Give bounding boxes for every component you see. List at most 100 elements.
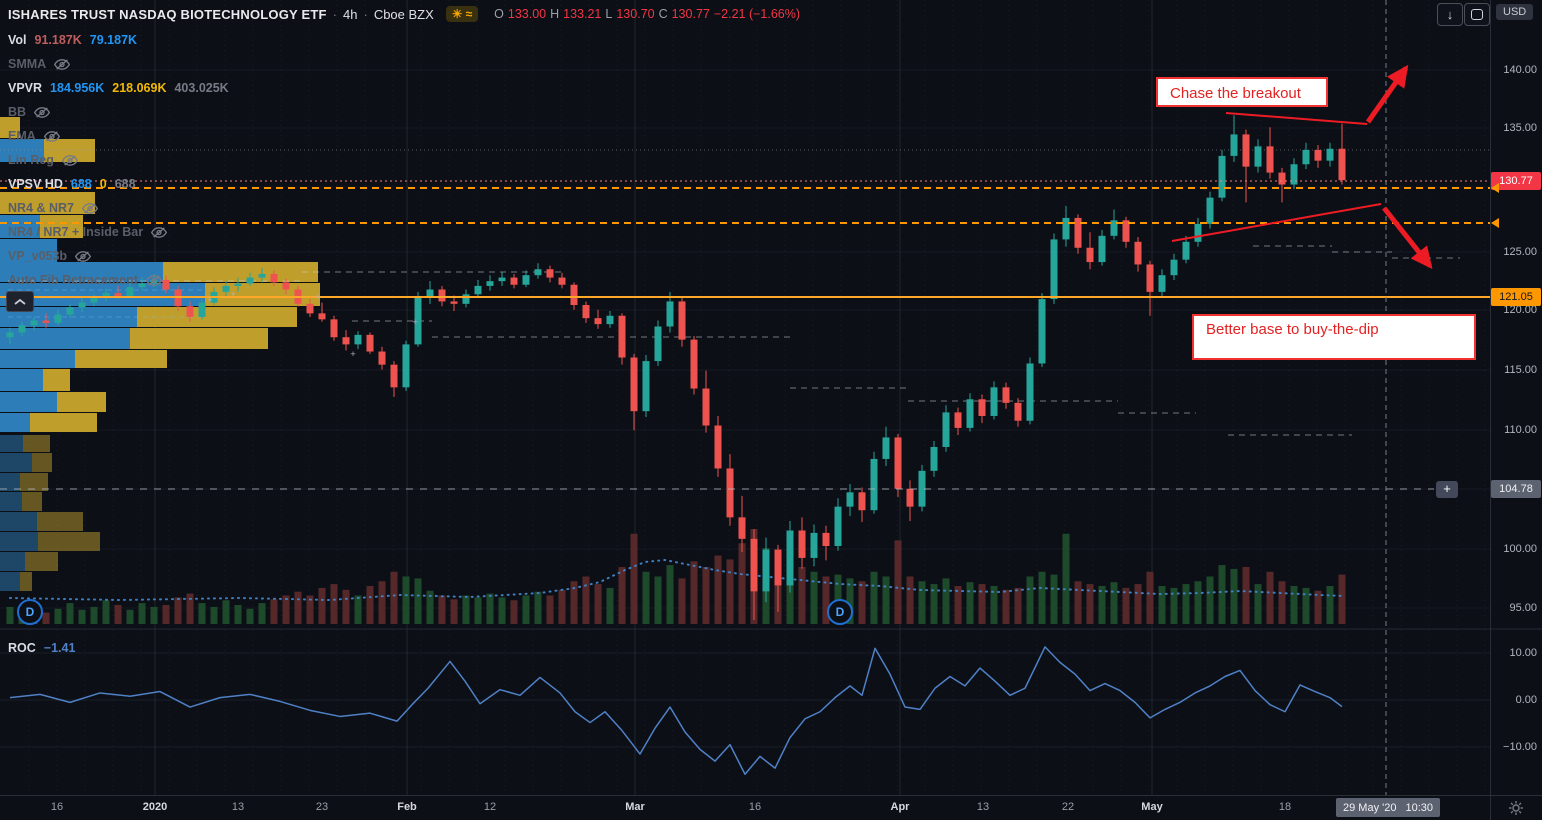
legend-row-vp-v053b[interactable]: VP_v053b	[8, 244, 92, 268]
legend-row-vol[interactable]: Vol 91.187K 79.187K	[8, 28, 137, 52]
eye-off-icon[interactable]	[82, 202, 98, 215]
legend-value: 403.025K	[174, 81, 229, 95]
legend-label: Vol	[8, 33, 27, 47]
maximize-icon	[1471, 9, 1483, 20]
time-axis[interactable]: 16 2020 13 23 Feb 12 Mar 16 Apr 13 22 May 18	[0, 795, 1542, 820]
legend-label: Auto Fib Retracement	[8, 273, 138, 287]
svg-text:+: +	[315, 292, 320, 302]
low-label: L	[605, 7, 613, 21]
legend-label: VPVR	[8, 81, 43, 95]
time-tick: 13	[976, 801, 990, 813]
high-value: 133.21	[563, 7, 602, 21]
eye-off-icon[interactable]	[43, 130, 60, 143]
roc-tick: −10.00	[1503, 741, 1537, 753]
collapse-legend-button[interactable]	[6, 291, 34, 312]
price-tick: 115.00	[1504, 364, 1537, 376]
symbol-title[interactable]: ISHARES TRUST NASDAQ BIOTECHNOLOGY ETF	[8, 7, 327, 22]
legend-row-vpvr[interactable]: VPVR 184.956K 218.069K 403.025K	[8, 76, 229, 100]
price-tick: 110.00	[1504, 424, 1537, 436]
svg-text:+: +	[230, 289, 235, 299]
maximize-chart-button[interactable]	[1464, 3, 1490, 26]
time-tick: 23	[315, 801, 329, 813]
legend-row-smma[interactable]: SMMA	[8, 52, 71, 76]
orange-level-marker-icon	[1491, 218, 1499, 228]
legend-row-linreg[interactable]: Lin Reg	[8, 148, 78, 172]
market-status-chip: ☀ ≈	[445, 6, 479, 22]
legend-value: 91.187K	[34, 33, 82, 47]
approx-icon: ≈	[465, 7, 473, 21]
chart-canvas[interactable]: D D + + + + +	[0, 0, 1542, 820]
legend-row-bb[interactable]: BB	[8, 100, 51, 124]
low-value: 130.70	[616, 7, 655, 21]
svg-text:+: +	[207, 295, 212, 305]
legend-value: 184.956K	[50, 81, 105, 95]
axis-settings-gear-icon[interactable]	[1508, 800, 1524, 816]
time-tick: 22	[1061, 801, 1075, 813]
svg-text:D: D	[836, 605, 845, 619]
sun-icon: ☀	[451, 7, 463, 21]
eye-off-icon[interactable]	[54, 58, 71, 71]
legend-value: 688	[114, 177, 136, 191]
time-tick: 16	[50, 801, 64, 813]
time-tick: 2020	[142, 801, 168, 813]
legend-label: ROC	[8, 641, 36, 655]
svg-text:D: D	[26, 605, 35, 619]
annotation-buy-the-dip[interactable]: Better base to buy-the-dip	[1192, 314, 1476, 360]
separator-dot: ·	[363, 6, 368, 22]
roc-tick: 10.00	[1509, 647, 1537, 659]
legend-label: NR4 / NR7 + Inside Bar	[8, 225, 144, 239]
chevron-up-icon	[14, 298, 26, 305]
crosshair-price-label: 104.78	[1491, 480, 1541, 498]
scroll-to-recent-button[interactable]: ↓	[1437, 3, 1463, 26]
price-tick: 95.00	[1509, 602, 1537, 614]
ohlc-readout: O 133.00 H 133.21 L 130.70 C 130.77 −2.2…	[494, 7, 800, 21]
separator-dot: ·	[332, 6, 337, 22]
price-tick: 125.00	[1503, 246, 1537, 258]
annotation-chase-breakout[interactable]: Chase the breakout	[1156, 77, 1328, 107]
eye-off-icon[interactable]	[75, 250, 92, 263]
legend-row-vpsv-hd[interactable]: VPSV HD 688 0 688	[8, 172, 136, 196]
time-tick: Mar	[625, 801, 645, 813]
legend-row-ema[interactable]: EMA	[8, 124, 60, 148]
eye-off-icon[interactable]	[145, 274, 162, 287]
legend-value: −1.41	[43, 641, 76, 655]
legend-value: 79.187K	[89, 33, 138, 47]
legend-label: Lin Reg	[8, 153, 54, 167]
price-tick: 100.00	[1503, 543, 1537, 555]
legend-row-roc[interactable]: ROC −1.41	[8, 636, 75, 660]
legend-value: 688	[70, 177, 92, 191]
open-value: 133.00	[507, 7, 547, 21]
roc-tick: 0.00	[1515, 694, 1537, 706]
legend-row-nr4-nr7-inside-bar[interactable]: NR4 / NR7 + Inside Bar	[8, 220, 168, 244]
legend-value: 0	[99, 177, 107, 191]
legend-row-nr4-nr7[interactable]: NR4 & NR7	[8, 196, 98, 220]
time-tick: 12	[483, 801, 497, 813]
price-tick: 140.00	[1503, 64, 1537, 76]
eye-off-icon[interactable]	[61, 154, 78, 167]
eye-off-icon[interactable]	[151, 226, 168, 239]
symbol-header: ISHARES TRUST NASDAQ BIOTECHNOLOGY ETF ·…	[8, 6, 800, 22]
exchange-label[interactable]: Cboe BZX	[374, 7, 434, 22]
orange-level-label: 121.05	[1491, 288, 1541, 306]
price-axis[interactable]: 140.00135.00130.00125.00120.00115.00110.…	[1490, 0, 1542, 820]
currency-button[interactable]: USD	[1496, 4, 1534, 20]
close-label: C	[658, 7, 668, 21]
arrow-down-icon: ↓	[1446, 7, 1454, 22]
legend-label: VPSV HD	[8, 177, 63, 191]
time-tick: 18	[1278, 801, 1292, 813]
legend-label: EMA	[8, 129, 36, 143]
close-value: 130.77	[671, 7, 710, 21]
crosshair-time: 10:30	[1405, 801, 1433, 814]
eye-off-icon[interactable]	[34, 106, 51, 119]
legend-label: VP_v053b	[8, 249, 68, 263]
orange-level-marker-icon	[1491, 183, 1499, 193]
high-label: H	[550, 7, 560, 21]
legend-label: BB	[8, 105, 27, 119]
crosshair-time-label: 29 May '20 10:30	[1336, 798, 1440, 817]
time-tick: 13	[231, 801, 245, 813]
time-tick: 16	[748, 801, 762, 813]
add-alert-plus-button[interactable]: +	[1436, 481, 1458, 498]
legend-row-auto-fib[interactable]: Auto Fib Retracement	[8, 268, 162, 292]
interval-label[interactable]: 4h	[343, 7, 357, 22]
price-tick: 135.00	[1503, 122, 1537, 134]
